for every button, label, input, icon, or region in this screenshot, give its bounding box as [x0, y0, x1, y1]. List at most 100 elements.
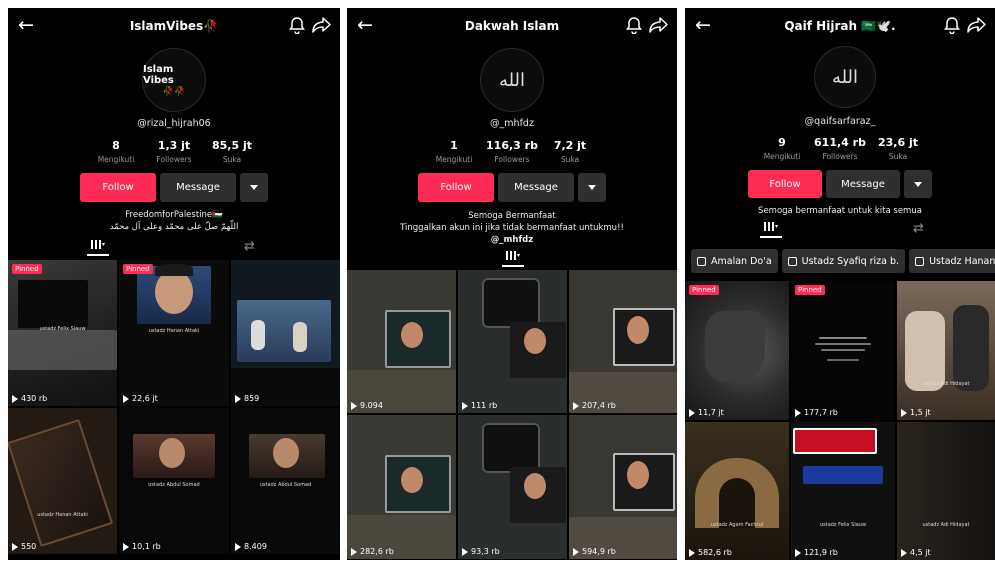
- view-count: 8.409: [235, 542, 267, 551]
- back-arrow-icon[interactable]: ←: [357, 14, 373, 36]
- video-tile[interactable]: 594,9 rb: [569, 415, 677, 559]
- bell-icon[interactable]: [625, 16, 643, 34]
- share-icon[interactable]: [649, 16, 669, 34]
- tab-videos[interactable]: ▾: [760, 222, 782, 238]
- action-buttons: Follow Message: [8, 173, 340, 202]
- playlist-chip-ustadz-hanan[interactable]: Ustadz Hanan: [909, 249, 995, 273]
- play-icon: [795, 408, 801, 417]
- content-tabs: ▾: [347, 251, 677, 269]
- caret-down-icon: ▾: [101, 241, 105, 248]
- play-icon: [573, 547, 579, 556]
- play-icon: [689, 408, 695, 417]
- video-tile[interactable]: ustadz Felix Siauw 121,9 rb: [791, 422, 895, 560]
- bell-icon[interactable]: [943, 16, 961, 34]
- username-handle: @rizal_hijrah06: [137, 118, 211, 129]
- video-grid: 9.094 111 rb 207,4 rb 282,6 rb 93,3 rb 5…: [347, 270, 677, 559]
- stat-followers[interactable]: 611,4 rb Followers: [811, 136, 869, 161]
- video-tile[interactable]: ustadz Hanan Attaki Pinned 22,6 jt: [119, 260, 229, 406]
- stat-followers[interactable]: 1,3 jt Followers: [145, 139, 203, 164]
- avatar[interactable]: الله: [480, 48, 544, 112]
- profile-title: Qaif Hijrah 🇸🇦🕊️.: [784, 19, 896, 33]
- video-tile[interactable]: ustadz Adi Hidayat 1,5 jt: [897, 281, 995, 420]
- play-icon: [795, 548, 801, 557]
- message-button[interactable]: Message: [498, 173, 574, 202]
- bio-line: Tinggalkan akun ini jika tidak bermanfaa…: [400, 223, 624, 233]
- follow-button[interactable]: Follow: [80, 173, 156, 202]
- play-icon: [689, 548, 695, 557]
- content-tabs: ▾ ⇄: [8, 240, 340, 258]
- message-button[interactable]: Message: [160, 173, 236, 202]
- more-dropdown-button[interactable]: [904, 170, 932, 198]
- bell-icon[interactable]: [288, 16, 306, 34]
- repost-icon[interactable]: ⇄: [244, 240, 255, 254]
- follow-button[interactable]: Follow: [418, 173, 494, 202]
- bio-line: Semoga Bermanfaat: [468, 211, 556, 221]
- video-tile[interactable]: 111 rb: [458, 270, 567, 413]
- view-count: 282,6 rb: [351, 547, 394, 556]
- tab-videos[interactable]: ▾: [87, 240, 109, 256]
- play-icon: [462, 547, 468, 556]
- back-arrow-icon[interactable]: ←: [695, 14, 711, 36]
- more-dropdown-button[interactable]: [240, 173, 268, 202]
- stat-following[interactable]: 9 Mengikuti: [753, 136, 811, 161]
- video-tile[interactable]: Pinned 177,7 rb: [791, 281, 895, 420]
- avatar-calligraphy: الله: [831, 66, 859, 88]
- video-tile[interactable]: Pinned 11,7 jt: [685, 281, 789, 420]
- play-icon: [901, 548, 907, 557]
- video-tile[interactable]: 207,4 rb: [569, 270, 677, 413]
- video-tile[interactable]: 9.094: [347, 270, 456, 413]
- back-arrow-icon[interactable]: ←: [18, 14, 34, 36]
- playlist-chip-amalan-doa[interactable]: Amalan Do'a: [691, 249, 778, 273]
- video-tile[interactable]: ustadz Agam Fachrul 582,6 rb: [685, 422, 789, 560]
- share-icon[interactable]: [967, 16, 987, 34]
- play-icon: [351, 547, 357, 556]
- grid-icon: [505, 251, 516, 260]
- chevron-down-icon: [588, 185, 596, 190]
- video-tile[interactable]: ustadz Felix Siauw Pinned 430 rb: [8, 260, 117, 406]
- avatar[interactable]: Islam Vibes 🥀🥀: [142, 48, 206, 112]
- bio-link[interactable]: @_mhfdz: [347, 234, 677, 246]
- follow-button[interactable]: Follow: [748, 170, 822, 198]
- avatar-text: Islam Vibes: [143, 63, 174, 86]
- video-tile[interactable]: ustadz Adi Hidayat 4,5 jt: [897, 422, 995, 560]
- avatar[interactable]: الله: [814, 46, 876, 108]
- share-icon[interactable]: [312, 16, 332, 34]
- top-bar: ← Qaif Hijrah 🇸🇦🕊️.: [685, 8, 995, 44]
- play-icon: [12, 394, 18, 403]
- chevron-down-icon: [914, 181, 922, 187]
- stat-likes[interactable]: 85,5 jt Suka: [203, 139, 261, 164]
- play-icon: [235, 394, 241, 403]
- tab-videos[interactable]: ▾: [502, 251, 524, 267]
- stat-likes[interactable]: 7,2 jt Suka: [541, 139, 599, 164]
- video-tile[interactable]: ustadz Abdul Somad 10,1 rb: [119, 408, 229, 554]
- video-tile[interactable]: ustadz Abdul Somad 8.409: [231, 408, 340, 554]
- video-tile[interactable]: 859: [231, 260, 340, 406]
- play-icon: [462, 401, 468, 410]
- profile-title: IslamVibes🥀: [129, 19, 219, 33]
- playlist-icon: [915, 256, 925, 266]
- stat-followers[interactable]: 116,3 rb Followers: [483, 139, 541, 164]
- view-count: 1,5 jt: [901, 408, 931, 417]
- video-tile[interactable]: ustadz Hanan Attaki 550: [8, 408, 117, 554]
- bio-line: FreedomforPalestine🇵🇸: [125, 210, 223, 220]
- stat-following[interactable]: 1 Mengikuti: [425, 139, 483, 164]
- username-handle: @qaifsarfaraz_: [804, 116, 876, 127]
- stat-following[interactable]: 8 Mengikuti: [87, 139, 145, 164]
- view-count: 207,4 rb: [573, 401, 616, 410]
- stat-likes[interactable]: 23,6 jt Suka: [869, 136, 927, 161]
- profile-title: Dakwah Islam: [464, 19, 560, 33]
- view-count: 4,5 jt: [901, 548, 931, 557]
- video-tile[interactable]: 282,6 rb: [347, 415, 456, 559]
- view-count: 22,6 jt: [123, 394, 158, 403]
- view-count: 121,9 rb: [795, 548, 838, 557]
- message-button[interactable]: Message: [826, 170, 900, 198]
- playlist-chip-ustadz-syafiq[interactable]: Ustadz Syafiq riza b.: [781, 249, 906, 273]
- caret-down-icon: ▾: [774, 223, 778, 230]
- video-tile[interactable]: 93,3 rb: [458, 415, 567, 559]
- play-icon: [123, 542, 129, 551]
- top-bar: ← IslamVibes🥀: [8, 8, 340, 44]
- video-grid: ustadz Felix Siauw Pinned 430 rb ustadz …: [8, 260, 340, 554]
- action-buttons: Follow Message: [685, 170, 995, 198]
- repost-icon[interactable]: ⇄: [913, 222, 924, 236]
- more-dropdown-button[interactable]: [578, 173, 606, 202]
